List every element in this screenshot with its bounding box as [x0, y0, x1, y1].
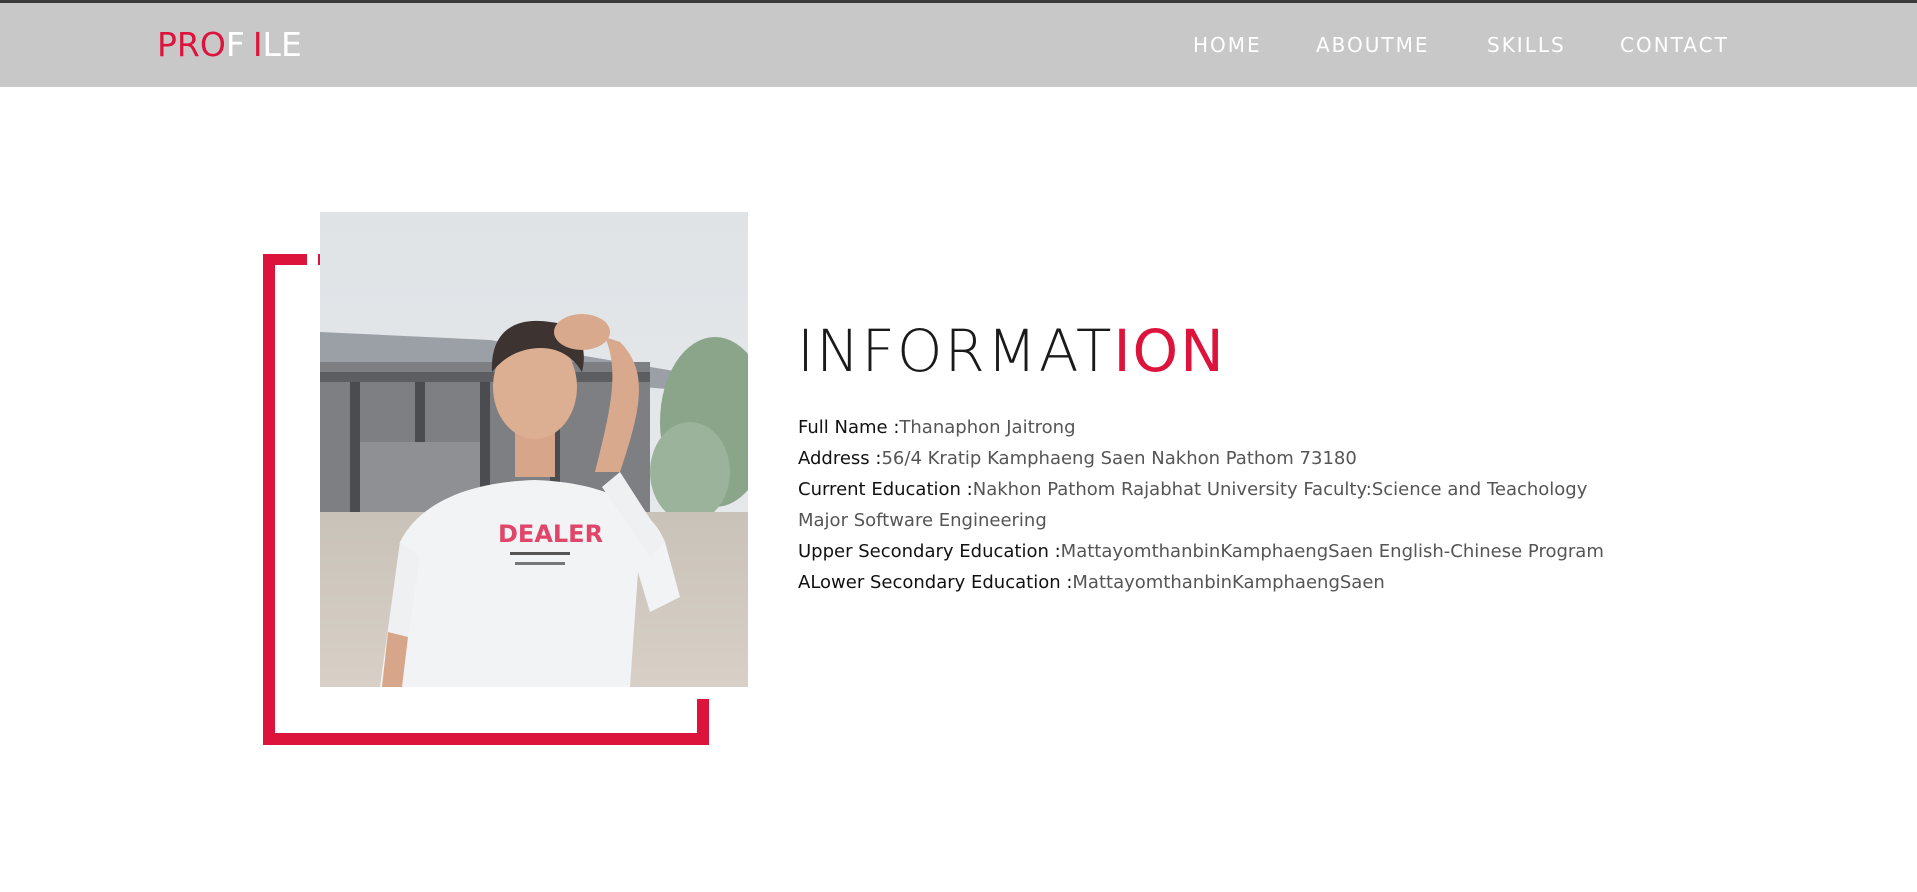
current-education-major: Major Software Engineering [798, 510, 1047, 531]
info-row-current-education-major: Major Software Engineering [798, 505, 1658, 536]
section-title: INFORMATION [797, 318, 1226, 384]
address-value: 56/4 Kratip Kamphaeng Saen Nakhon Pathom… [881, 448, 1357, 469]
nav-about-me[interactable]: ABOUTME [1316, 32, 1430, 58]
photo-frame-left [263, 254, 275, 745]
info-row-lower-secondary: ALower Secondary Education :Mattayomthan… [798, 567, 1658, 598]
upper-secondary-value: MattayomthanbinKamphaengSaen English-Chi… [1060, 541, 1604, 562]
navbar: PROF ILE HOME ABOUTME SKILLS CONTACT [0, 3, 1917, 87]
photo-frame-top [263, 254, 307, 265]
logo-letter: P [157, 25, 177, 64]
site-logo[interactable]: PROF ILE [157, 25, 302, 65]
section-title-part1: INFORMAT [797, 317, 1114, 385]
logo-letter: E [280, 25, 302, 64]
full-name-label: Full Name : [798, 417, 900, 438]
info-row-upper-secondary: Upper Secondary Education :Mattayomthanb… [798, 536, 1658, 567]
lower-secondary-value: MattayomthanbinKamphaengSaen [1072, 572, 1385, 593]
logo-letter: O [199, 25, 226, 64]
photo-frame-right [697, 699, 709, 745]
info-row-address: Address :56/4 Kratip Kamphaeng Saen Nakh… [798, 443, 1658, 474]
current-education-label: Current Education : [798, 479, 973, 500]
info-list: Full Name :Thanaphon Jaitrong Address :5… [798, 412, 1658, 598]
info-row-full-name: Full Name :Thanaphon Jaitrong [798, 412, 1658, 443]
section-title-part2: ION [1113, 317, 1226, 385]
svg-text:DEALER: DEALER [498, 520, 603, 548]
nav-home[interactable]: HOME [1193, 32, 1262, 58]
upper-secondary-label: Upper Secondary Education : [798, 541, 1061, 562]
logo-letter: R [176, 25, 200, 64]
address-label: Address : [798, 448, 882, 469]
logo-letter: L [262, 25, 281, 64]
photo-frame-bottom [263, 733, 709, 745]
lower-secondary-label: ALower Secondary Education : [798, 572, 1073, 593]
info-row-current-education: Current Education :Nakhon Pathom Rajabha… [798, 474, 1658, 505]
nav-skills[interactable]: SKILLS [1487, 32, 1566, 58]
logo-letter: F [225, 25, 245, 64]
full-name-value: Thanaphon Jaitrong [899, 417, 1076, 438]
profile-photo: DEALER [320, 212, 748, 687]
logo-letter [245, 25, 253, 65]
nav-contact[interactable]: CONTACT [1620, 32, 1729, 58]
logo-letter: I [252, 25, 263, 64]
current-education-value: Nakhon Pathom Rajabhat University Facult… [972, 479, 1588, 500]
